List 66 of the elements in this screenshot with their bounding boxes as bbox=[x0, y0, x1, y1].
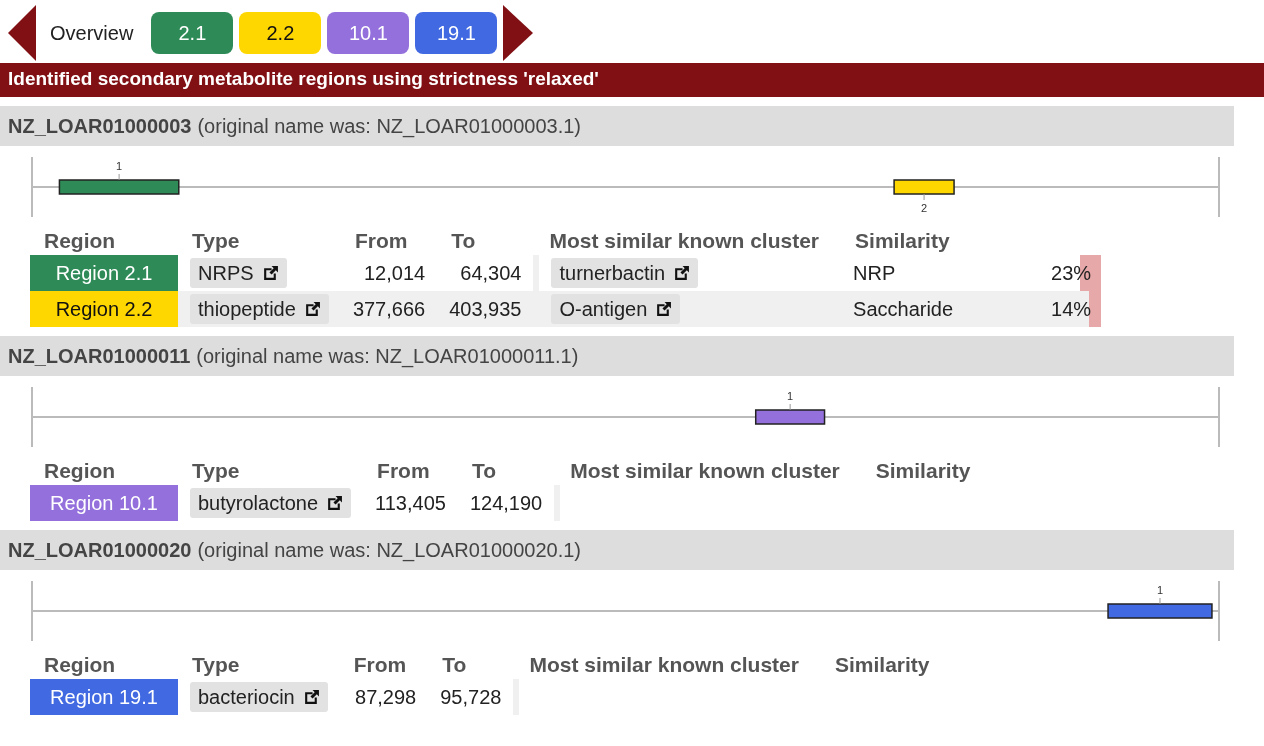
external-link-icon bbox=[673, 264, 691, 282]
column-header: From bbox=[352, 652, 408, 678]
column-header: To bbox=[437, 227, 534, 255]
section-banner: Identified secondary metabolite regions using strictness 'relaxed' bbox=[0, 63, 1264, 97]
region-number: 1 bbox=[1156, 584, 1164, 596]
external-link-icon bbox=[303, 300, 321, 318]
column-header: Most similar known cluster bbox=[519, 651, 821, 679]
external-link-icon bbox=[655, 300, 673, 318]
original-name: (original name was: NZ_LOAR01000003.1) bbox=[197, 114, 581, 138]
column-header: From bbox=[376, 458, 431, 484]
table-cell: 12,014 bbox=[340, 255, 438, 291]
column-header: Region bbox=[30, 457, 178, 485]
column-header: Region bbox=[30, 651, 178, 679]
external-link-icon bbox=[326, 494, 344, 512]
region-link[interactable]: Region 10.1 bbox=[30, 485, 178, 521]
table-cell: 64,304 bbox=[437, 255, 534, 291]
type-link[interactable]: butyrolactone bbox=[190, 488, 352, 518]
column-header: To bbox=[428, 651, 514, 679]
column-header: Most similar known cluster bbox=[560, 457, 862, 485]
previous-arrow-icon[interactable] bbox=[8, 5, 36, 61]
record-name: NZ_LOAR01000003 bbox=[8, 114, 192, 138]
table-cell: 403,935 bbox=[437, 291, 534, 327]
table-cell: NRP bbox=[841, 255, 994, 291]
region-link[interactable]: Region 19.1 bbox=[30, 679, 178, 715]
record-name: NZ_LOAR01000011 bbox=[8, 344, 191, 368]
region-block[interactable] bbox=[893, 179, 955, 195]
region-number: 2 bbox=[921, 202, 928, 214]
column-header: Most similar known cluster bbox=[539, 227, 842, 255]
column-header: Type bbox=[178, 227, 341, 255]
overview-link[interactable]: Overview bbox=[50, 21, 134, 45]
region-button[interactable]: 10.1 bbox=[327, 12, 410, 54]
external-link-icon bbox=[302, 688, 320, 706]
table-cell: 124,190 bbox=[457, 485, 555, 521]
cluster-link[interactable]: turnerbactin bbox=[551, 258, 699, 288]
table-cell-text: 113,405 bbox=[374, 490, 447, 516]
similarity-value: 23% bbox=[1051, 261, 1092, 284]
cluster-link[interactable]: O-antigen bbox=[551, 294, 681, 324]
region-button[interactable]: 2.1 bbox=[151, 12, 234, 54]
column-header: Type bbox=[178, 457, 364, 485]
record-name: NZ_LOAR01000020 bbox=[8, 538, 192, 562]
type-link[interactable]: bacteriocin bbox=[190, 682, 328, 712]
type-link[interactable]: thiopeptide bbox=[190, 294, 329, 324]
column-header: Similarity bbox=[833, 652, 931, 678]
external-link-icon bbox=[261, 264, 279, 282]
column-header: Similarity bbox=[874, 458, 972, 484]
original-name: (original name was: NZ_LOAR01000020.1) bbox=[197, 538, 581, 562]
table-cell-text: 87,298 bbox=[354, 684, 418, 710]
column-header: To bbox=[457, 457, 555, 485]
similarity-value: 14% bbox=[1051, 297, 1092, 320]
region-button[interactable]: 19.1 bbox=[415, 12, 498, 54]
next-arrow-icon[interactable] bbox=[503, 5, 534, 61]
column-header: Region bbox=[30, 227, 178, 255]
region-link[interactable]: Region 2.1 bbox=[30, 255, 178, 291]
region-number: 1 bbox=[116, 160, 123, 172]
column-header: Type bbox=[178, 651, 340, 679]
original-name: (original name was: NZ_LOAR01000011.1) bbox=[196, 344, 579, 368]
table-cell: 95,728 bbox=[428, 679, 514, 715]
column-header: Similarity bbox=[854, 228, 951, 254]
region-number: 1 bbox=[787, 390, 794, 402]
table-cell: 377,666 bbox=[340, 291, 438, 327]
region-button[interactable]: 2.2 bbox=[239, 12, 322, 54]
column-header: From bbox=[353, 228, 409, 254]
type-link[interactable]: NRPS bbox=[190, 258, 287, 288]
region-link[interactable]: Region 2.2 bbox=[30, 291, 178, 327]
table-cell: Saccharide bbox=[841, 291, 994, 327]
region-block[interactable] bbox=[754, 409, 826, 425]
